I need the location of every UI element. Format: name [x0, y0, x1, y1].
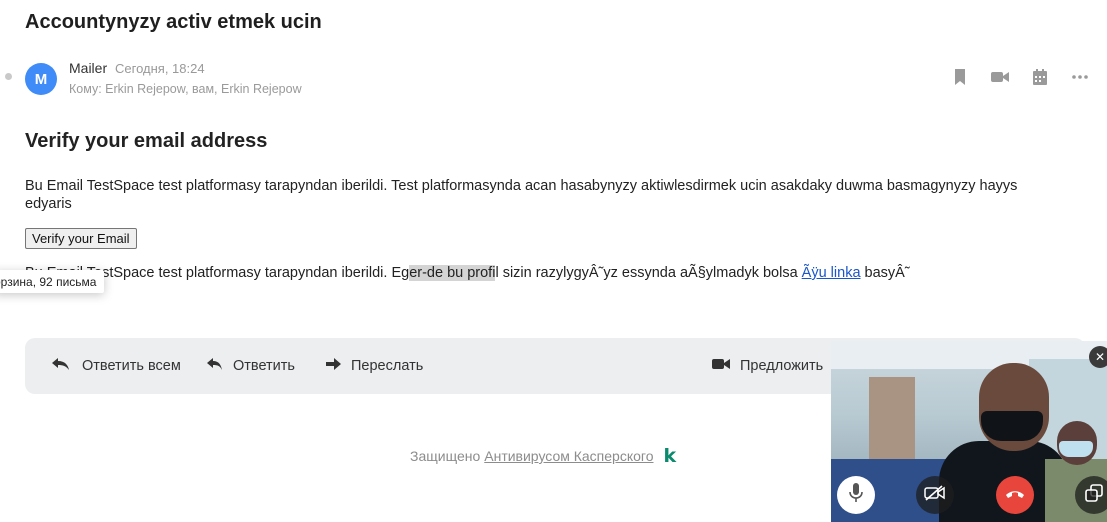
microphone-button[interactable] [837, 476, 875, 514]
reply-icon [207, 357, 223, 375]
email-time: Сегодня, 18:24 [115, 61, 205, 76]
second-participant-mask [1059, 441, 1093, 457]
footer-text-part3: basyÂ˜ [860, 265, 910, 281]
close-icon: ✕ [1094, 350, 1106, 364]
reply-button[interactable]: Ответить [207, 338, 295, 394]
forward-icon [325, 357, 341, 375]
folder-tooltip: орзина, 92 письма [0, 270, 105, 293]
video-camera-icon [712, 358, 730, 374]
video-call-window[interactable] [831, 341, 1107, 522]
sender-name[interactable]: Mailer [69, 60, 107, 76]
email-heading: Verify your email address [25, 130, 268, 152]
recipients[interactable]: Кому: Erkin Rejepow, вам, Erkin Rejepow [69, 82, 302, 96]
email-footer-text: Bu Email TestSpace test platformasy tara… [25, 265, 910, 281]
kaspersky-link[interactable]: Антивирусом Касперского [484, 448, 653, 464]
popout-icon [1085, 483, 1103, 507]
footer-text-selection: er-de bu profi [409, 265, 496, 281]
email-paragraph: Bu Email TestSpace test platformasy tara… [25, 178, 1018, 212]
unread-indicator[interactable] [5, 73, 12, 80]
forward-button[interactable]: Переслать [325, 338, 423, 394]
bookmark-icon[interactable] [950, 67, 970, 87]
avatar[interactable]: M [25, 63, 57, 95]
popout-button[interactable] [1075, 476, 1107, 514]
antivirus-prefix: Защищено [410, 448, 481, 464]
hang-up-icon [1005, 486, 1025, 504]
kaspersky-logo: k [663, 445, 677, 467]
verify-email-button[interactable]: Verify your Email [25, 228, 137, 249]
forward-label: Переслать [351, 358, 424, 374]
reply-all-icon [52, 357, 72, 375]
more-icon[interactable] [1070, 67, 1090, 87]
participant-mask [981, 411, 1043, 441]
close-video-button[interactable]: ✕ [1089, 346, 1107, 368]
video-camera-icon[interactable] [990, 67, 1010, 87]
propose-label: Предложить [740, 358, 824, 374]
unsubscribe-link[interactable]: Ãÿu linka [802, 265, 861, 281]
hang-up-button[interactable] [996, 476, 1034, 514]
sender-line: Mailer Сегодня, 18:24 [69, 60, 205, 76]
header-actions [950, 67, 1090, 87]
propose-meeting-button[interactable]: Предложить [712, 338, 823, 394]
footer-text-part2: l sizin razylygyÂ˜yz essynda aÃ§ylmadyk … [495, 265, 802, 281]
calendar-icon[interactable] [1030, 67, 1050, 87]
video-feed-door [869, 377, 915, 469]
reply-all-button[interactable]: Ответить всем [52, 338, 181, 394]
camera-toggle-button[interactable] [916, 476, 954, 514]
microphone-icon [849, 482, 863, 508]
reply-label: Ответить [233, 358, 295, 374]
camera-off-icon [924, 484, 946, 506]
antivirus-notice: Защищено Антивирусом Касперского k [410, 445, 676, 467]
reply-all-label: Ответить всем [82, 358, 181, 374]
email-subject: Accountynyzy activ etmek ucin [25, 11, 322, 33]
